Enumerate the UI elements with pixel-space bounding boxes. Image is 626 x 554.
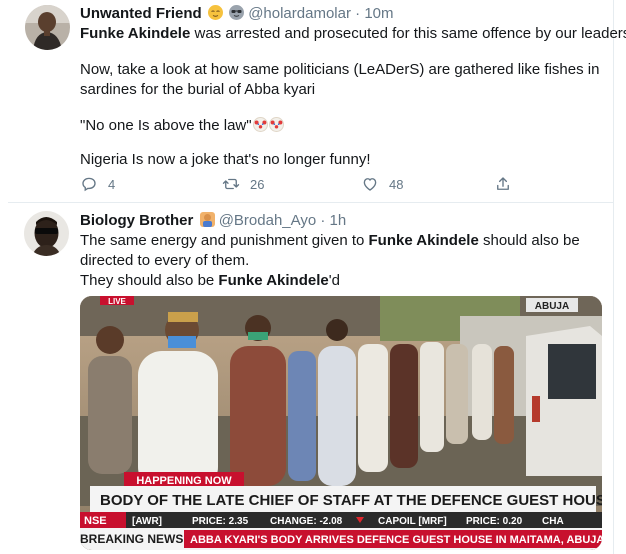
- tweet-timestamp[interactable]: 10m: [364, 5, 393, 22]
- tweet-card[interactable]: Unwanted Friend @holardamolar · 10m Funk…: [8, 0, 626, 203]
- happening-now-label: HAPPENING NOW: [136, 475, 232, 487]
- tweet-line-text: was arrested and prosecuted for this sam…: [190, 25, 626, 42]
- reply-count: 4: [108, 176, 116, 192]
- share-icon: [497, 177, 509, 190]
- ticker-symbol: [AWR]: [132, 516, 162, 527]
- tweet-line: directed to every of them.: [80, 252, 250, 269]
- heart-icon: [363, 178, 377, 191]
- mention-bold: Funke Akindele: [368, 232, 479, 249]
- author-handle[interactable]: @holardamolar: [248, 5, 351, 22]
- author-name[interactable]: Biology Brother: [80, 212, 193, 229]
- sunglasses-face-icon: [229, 5, 245, 20]
- avatar[interactable]: [24, 211, 69, 256]
- reply-button[interactable]: 4: [80, 175, 115, 193]
- tweet-line-text: The same energy and punishment given to: [80, 232, 369, 249]
- tweet-line: Nigeria Is now a joke that's no longer f…: [80, 151, 371, 168]
- separator-dot: ·: [355, 5, 361, 22]
- separator-dot: ·: [320, 212, 326, 229]
- mention-bold: Funke Akindele: [218, 272, 329, 289]
- retweet-icon: [222, 178, 240, 190]
- live-tag: LIVE: [108, 297, 126, 306]
- tweet-line: Now, take a look at how same politicians…: [80, 61, 600, 78]
- tweet-card[interactable]: Biology Brother @Brodah_Ayo · 1h The sam…: [8, 204, 614, 554]
- clown-face-icon: [252, 117, 268, 132]
- like-count: 48: [389, 176, 404, 192]
- avatar[interactable]: [25, 5, 70, 50]
- breaking-news-label: BREAKING NEWS: [80, 532, 183, 546]
- tweet-line: The same energy and punishment given to …: [80, 231, 610, 251]
- breaking-news-text: ABBA KYARI'S BODY ARRIVES DEFENCE GUEST …: [190, 534, 602, 546]
- author-name[interactable]: Unwanted Friend: [80, 5, 202, 22]
- tweet-line: Funke Akindele was arrested and prosecut…: [80, 24, 626, 44]
- tweet-line-text: They should also be: [80, 272, 219, 289]
- quote-text: "No one Is above the law": [80, 117, 252, 134]
- share-button[interactable]: [494, 175, 522, 193]
- ticker-price-2: PRICE: 0.20: [466, 516, 523, 527]
- tweet-media-image[interactable]: ABUJA LIVE HAPPENING NOW BODY OF THE LAT…: [80, 296, 602, 550]
- ticker-symbol-2: CAPOIL [MRF]: [378, 516, 447, 527]
- clown-face-icon: [268, 117, 284, 132]
- location-tag: ABUJA: [535, 301, 569, 312]
- ticker-price: PRICE: 2.35: [192, 516, 249, 527]
- tweet-timestamp[interactable]: 1h: [330, 212, 347, 229]
- ticker-exchange: NSE: [84, 515, 107, 527]
- author-handle[interactable]: @Brodah_Ayo: [219, 212, 317, 229]
- tweet-line: sardines for the burial of Abba kyari: [80, 81, 316, 98]
- man-facepalming-icon: [199, 212, 215, 227]
- news-broadcast-scene: ABUJA LIVE HAPPENING NOW BODY OF THE LAT…: [80, 296, 602, 550]
- retweet-button[interactable]: 26: [222, 175, 264, 193]
- mention-bold: Funke Akindele: [80, 25, 191, 42]
- tweet-line-text: 'd: [328, 272, 340, 289]
- tweet-line-text: should also be: [478, 232, 580, 249]
- relieved-face-icon: [207, 5, 223, 20]
- tweet-text: The same energy and punishment given to …: [80, 231, 610, 291]
- tweet-line: They should also be Funke Akindele'd: [80, 271, 610, 291]
- tweet-actions: 4 26 48: [80, 175, 520, 195]
- tweet-line: "No one Is above the law": [80, 116, 284, 136]
- ticker-change-2: CHA: [542, 516, 564, 527]
- banner-headline: BODY OF THE LATE CHIEF OF STAFF AT THE D…: [100, 492, 602, 509]
- reply-icon: [82, 177, 96, 192]
- retweet-count: 26: [250, 176, 265, 192]
- ticker-change: CHANGE: -2.08: [270, 516, 343, 527]
- like-button[interactable]: 48: [361, 175, 403, 193]
